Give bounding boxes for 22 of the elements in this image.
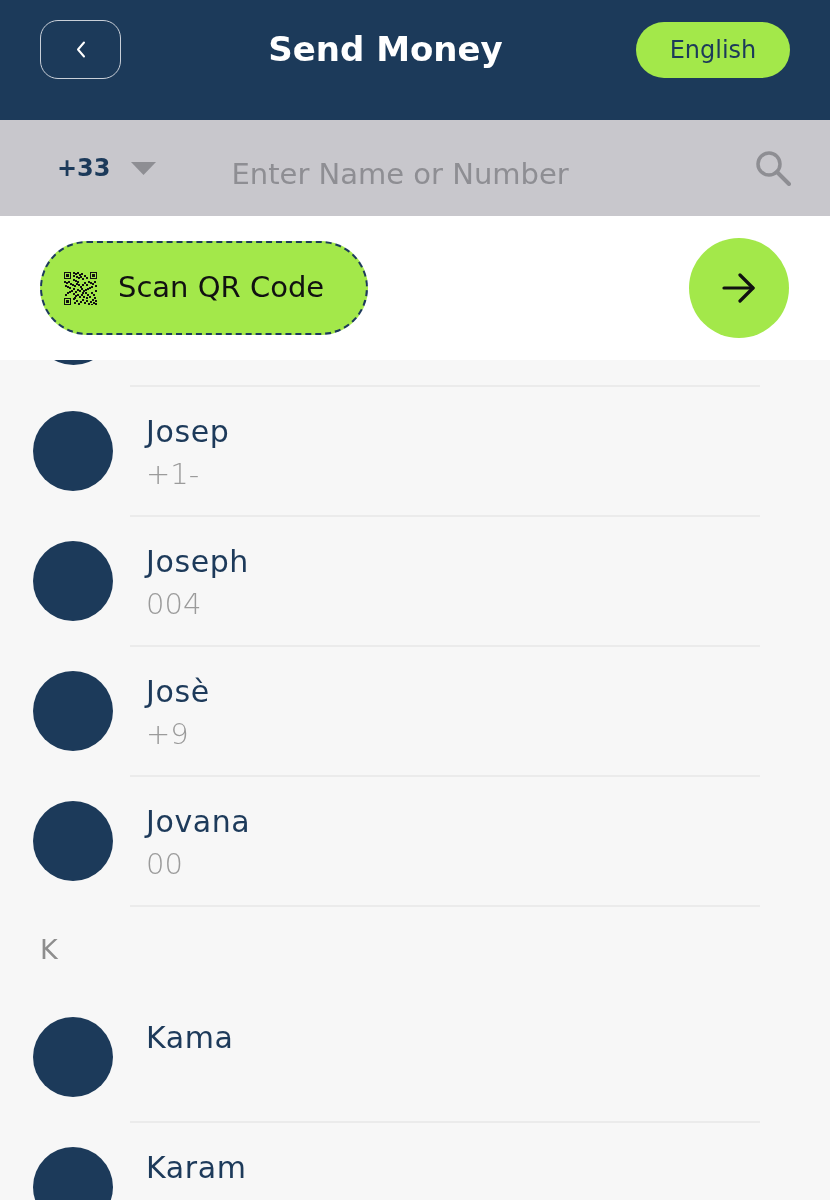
contact-number: +1- <box>146 456 201 492</box>
scan-qr-button[interactable]: Scan QR Code <box>40 241 368 335</box>
avatar-icon <box>53 360 93 365</box>
dropdown-triangle-icon <box>130 161 156 175</box>
language-button[interactable]: English <box>636 21 790 78</box>
country-code-dropdown[interactable]: +33 <box>57 150 156 186</box>
search-field[interactable]: Enter Name or Number <box>231 154 755 196</box>
page-title: Send Money <box>267 29 503 70</box>
search-bar[interactable]: +33 Enter Name or Number <box>0 120 830 216</box>
contact-number: +9 <box>146 716 190 752</box>
contact-name[interactable]: Jovana <box>146 804 251 840</box>
contact-name[interactable]: Josep <box>146 414 230 450</box>
section-letter: K <box>40 932 58 967</box>
contact-name[interactable]: Josè <box>146 674 210 710</box>
contact-number: 00 <box>146 846 184 882</box>
back-button[interactable] <box>40 20 121 79</box>
contact-name[interactable]: Kama <box>146 1020 234 1056</box>
chevron-left-icon <box>75 41 86 58</box>
contact-name[interactable]: Joseph <box>146 544 249 580</box>
contact-name[interactable]: Karam <box>146 1150 247 1186</box>
qr-code-icon <box>64 271 97 305</box>
contact-number: 004 <box>146 586 203 622</box>
